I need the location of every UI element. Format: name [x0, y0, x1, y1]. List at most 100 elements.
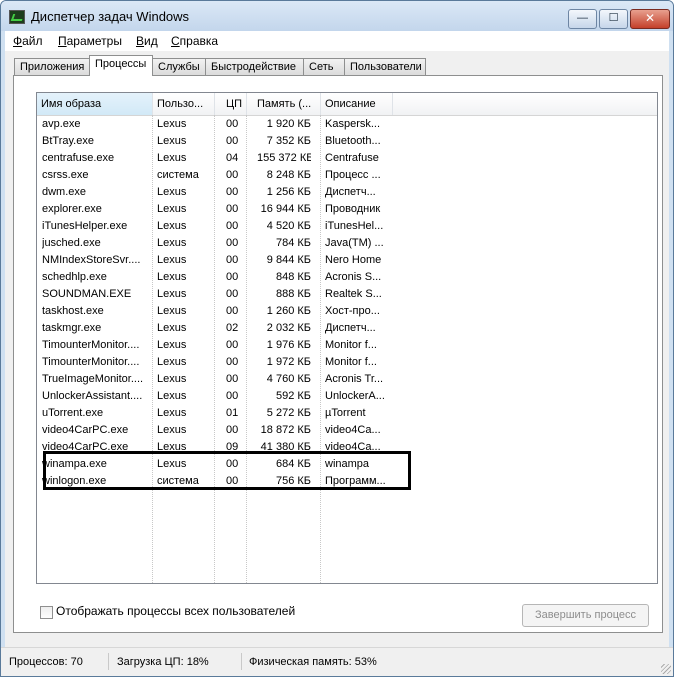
close-button[interactable]: ✕	[630, 9, 670, 29]
menu-help-accel: С	[171, 34, 180, 48]
process-user: Lexus	[157, 407, 187, 419]
column-description[interactable]: Описание	[321, 93, 393, 115]
process-name: jusched.exe	[42, 237, 101, 249]
process-mem: 16 944 КБ	[260, 203, 311, 215]
table-row[interactable]: taskmgr.exe Lexus 02 2 032 КБ Диспетч...	[37, 320, 657, 337]
process-desc: video4Ca...	[325, 424, 381, 436]
menu-view[interactable]: Вид	[136, 34, 158, 48]
menu-file-label: айл	[22, 34, 43, 48]
process-desc: Диспетч...	[325, 322, 376, 334]
process-user: Lexus	[157, 339, 187, 351]
process-user: Lexus	[157, 356, 187, 368]
process-mem: 155 372 КБ	[257, 152, 311, 164]
process-name: avp.exe	[42, 118, 81, 130]
process-name: uTorrent.exe	[42, 407, 104, 419]
processes-tab-panel: ^ Имя образа Пользо... ЦП Память (... Оп…	[13, 75, 663, 633]
process-mem: 1 920 КБ	[266, 118, 311, 130]
table-row[interactable]: TimounterMonitor.... Lexus 00 1 976 КБ Monit…	[37, 337, 657, 354]
process-cpu: 00	[226, 254, 239, 266]
process-mem: 4 760 КБ	[266, 373, 311, 385]
table-row[interactable]: iTunesHelper.exe Lexus 00 4 520 КБ iTunesHel…	[37, 218, 657, 235]
process-cpu: 00	[226, 356, 239, 368]
table-row[interactable]: taskhost.exe Lexus 00 1 260 КБ Хост-про...	[37, 303, 657, 320]
tab-performance[interactable]: Быстродействие	[205, 58, 304, 75]
column-image-name[interactable]: ^ Имя образа	[37, 93, 153, 115]
table-row[interactable]: avp.exe Lexus 00 1 920 КБ Kaspersk...	[37, 116, 657, 133]
process-desc: Nero Home	[325, 254, 382, 266]
maximize-button[interactable]: ☐	[599, 9, 628, 29]
process-desc: Realtek S...	[325, 288, 382, 300]
process-cpu: 00	[226, 135, 239, 147]
show-all-users-checkbox[interactable]	[40, 606, 53, 619]
status-process-count: Процессов: 70	[9, 656, 83, 668]
tab-users[interactable]: Пользователи	[344, 58, 426, 75]
column-cpu[interactable]: ЦП	[215, 93, 247, 115]
process-mem: 1 972 КБ	[266, 356, 311, 368]
process-name: TimounterMonitor....	[42, 339, 140, 351]
table-row[interactable]: csrss.exe система 00 8 248 КБ Процесс ...	[37, 167, 657, 184]
column-user-name[interactable]: Пользо...	[153, 93, 215, 115]
table-row[interactable]: video4CarPC.exe Lexus 00 18 872 КБ video4Ca.…	[37, 422, 657, 439]
process-user: Lexus	[157, 322, 187, 334]
table-row[interactable]: explorer.exe Lexus 00 16 944 КБ Проводник	[37, 201, 657, 218]
end-process-button[interactable]: Завершить процесс	[522, 604, 649, 627]
process-mem: 5 272 КБ	[266, 407, 311, 419]
process-user: Lexus	[157, 203, 187, 215]
process-user: Lexus	[157, 186, 187, 198]
process-name: taskhost.exe	[42, 305, 104, 317]
show-all-users-label[interactable]: Отображать процессы всех пользователей	[56, 604, 295, 618]
task-manager-app-icon	[9, 10, 25, 24]
process-desc: UnlockerA...	[325, 390, 385, 402]
tab-services[interactable]: Службы	[152, 58, 206, 75]
process-user: Lexus	[157, 373, 187, 385]
process-mem: 888 КБ	[275, 288, 311, 300]
tab-processes[interactable]: Процессы	[89, 55, 153, 76]
table-row[interactable]: NMIndexStoreSvr.... Lexus 00 9 844 КБ Nero H…	[37, 252, 657, 269]
table-row[interactable]: centrafuse.exe Lexus 04 155 372 КБ Centrafus…	[37, 150, 657, 167]
process-user: Lexus	[157, 220, 187, 232]
column-image-name-label: Имя образа	[41, 98, 102, 110]
table-row[interactable]: schedhlp.exe Lexus 00 848 КБ Acronis S...	[37, 269, 657, 286]
title-bar[interactable]: Диспетчер задач Windows — ☐ ✕	[1, 1, 673, 31]
process-mem: 784 КБ	[275, 237, 311, 249]
table-row[interactable]: dwm.exe Lexus 00 1 256 КБ Диспетч...	[37, 184, 657, 201]
process-user: Lexus	[157, 118, 187, 130]
tab-applications[interactable]: Приложения	[14, 58, 90, 75]
process-name: NMIndexStoreSvr....	[42, 254, 141, 266]
process-user: Lexus	[157, 254, 187, 266]
table-row[interactable]: UnlockerAssistant.... Lexus 00 592 КБ Unlock…	[37, 388, 657, 405]
process-desc: iTunesHel...	[325, 220, 384, 232]
process-cpu: 01	[226, 407, 239, 419]
table-row[interactable]: BtTray.exe Lexus 00 7 352 КБ Bluetooth...	[37, 133, 657, 150]
table-row[interactable]: jusched.exe Lexus 00 784 КБ Java(TM) ...	[37, 235, 657, 252]
client-area: Приложения Процессы Службы Быстродействи…	[5, 51, 669, 648]
sort-ascending-icon: ^	[92, 93, 96, 98]
process-mem: 8 248 КБ	[266, 169, 311, 181]
menu-options[interactable]: Параметры	[58, 34, 122, 48]
process-cpu: 00	[226, 373, 239, 385]
process-desc: Centrafuse	[325, 152, 379, 164]
process-list[interactable]: ^ Имя образа Пользо... ЦП Память (... Оп…	[36, 92, 658, 584]
table-row[interactable]: TimounterMonitor.... Lexus 00 1 972 КБ Monit…	[37, 354, 657, 371]
process-cpu: 02	[226, 322, 239, 334]
process-mem: 592 КБ	[275, 390, 311, 402]
process-name: TimounterMonitor....	[42, 356, 140, 368]
menu-options-accel: П	[58, 34, 67, 48]
process-name: iTunesHelper.exe	[42, 220, 128, 232]
resize-grip-icon[interactable]	[661, 664, 671, 674]
table-row[interactable]: SOUNDMAN.EXE Lexus 00 888 КБ Realtek S...	[37, 286, 657, 303]
process-desc: Monitor f...	[325, 356, 377, 368]
process-name: BtTray.exe	[42, 135, 94, 147]
process-user: Lexus	[157, 390, 187, 402]
process-desc: Acronis S...	[325, 271, 382, 283]
process-name: explorer.exe	[42, 203, 102, 215]
minimize-button[interactable]: —	[568, 9, 597, 29]
table-row[interactable]: uTorrent.exe Lexus 01 5 272 КБ µTorrent	[37, 405, 657, 422]
menu-file[interactable]: Файл	[13, 34, 43, 48]
column-memory[interactable]: Память (...	[247, 93, 321, 115]
process-cpu: 00	[226, 305, 239, 317]
menu-help[interactable]: Справка	[171, 34, 218, 48]
tab-networking[interactable]: Сеть	[303, 58, 345, 75]
process-user: Lexus	[157, 424, 187, 436]
table-row[interactable]: TrueImageMonitor.... Lexus 00 4 760 КБ Acron…	[37, 371, 657, 388]
